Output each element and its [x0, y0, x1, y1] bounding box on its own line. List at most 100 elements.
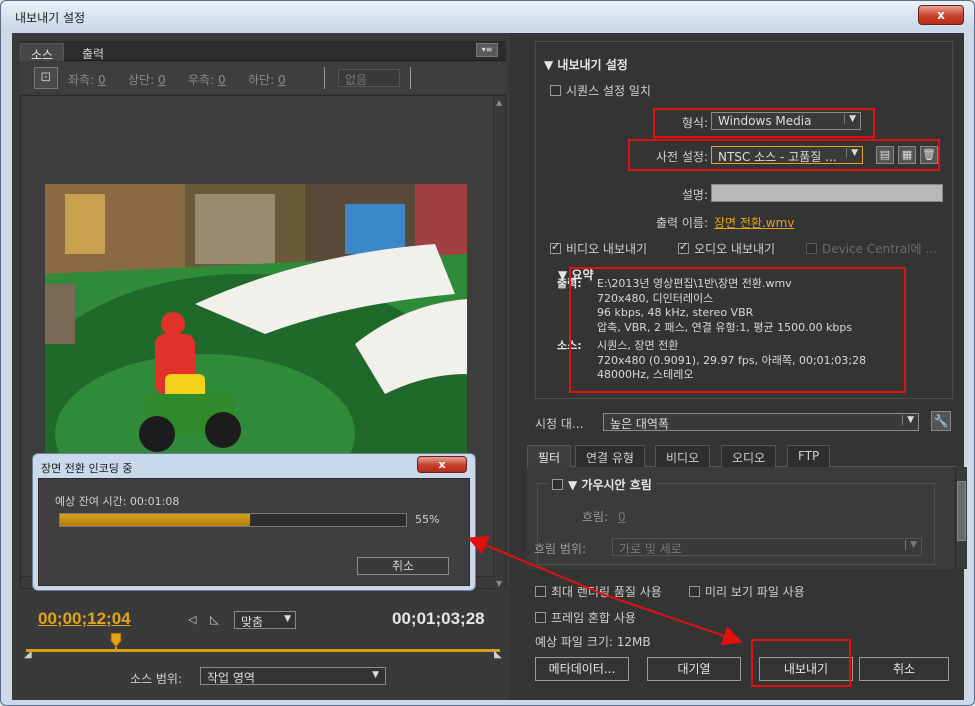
frame-blending-label: 프레임 혼합 사용 [551, 611, 636, 625]
crop-icon[interactable]: ⊡ [34, 67, 58, 89]
crop-right-label: 우측: [188, 73, 215, 87]
timeline-ruler[interactable] [26, 649, 500, 652]
format-value: Windows Media [718, 114, 812, 128]
tab-source[interactable]: 소스 [20, 43, 65, 62]
toolbar-divider [410, 67, 411, 89]
chevron-down-icon: ▼ [846, 148, 858, 158]
export-button[interactable]: 내보내기 [759, 657, 853, 681]
blur-amount-value[interactable]: 0 [618, 510, 626, 524]
tab-audio[interactable]: 오디오 [721, 445, 777, 467]
current-timecode[interactable]: 00;00;12;04 [38, 609, 131, 629]
tab-multiplexer[interactable]: 연결 유형 [575, 445, 645, 467]
crop-left-value[interactable]: 0 [98, 73, 106, 87]
export-video-checkbox[interactable] [550, 240, 561, 254]
crop-top-label: 상단: [128, 73, 155, 87]
blur-dimensions-dropdown[interactable]: 가로 및 세로 ▼ [612, 538, 922, 556]
window-client: 소스 출력 ▾≡ ⊡ 좌측: 0 상단: 0 우측: 0 하단: 0 없음 ▲ … [12, 33, 967, 700]
set-in-point-icon[interactable]: ◁ [188, 613, 196, 626]
import-preset-icon[interactable]: ▦ [898, 146, 916, 164]
chevron-down-icon: ▼ [284, 614, 291, 624]
summary-source-line: 48000Hz, 스테레오 [597, 368, 694, 381]
export-settings-panel: ▼ 내보내기 설정 시퀀스 설정 일치 형식: Windows Media ▼ … [517, 33, 967, 700]
summary-output-line: 720x480, 디인터레이스 [597, 291, 714, 305]
blur-amount-row: 흐림: 0 [582, 508, 626, 525]
match-sequence-row[interactable]: 시퀀스 설정 일치 [550, 82, 651, 99]
comments-field[interactable] [711, 184, 943, 202]
out-point-marker-icon[interactable]: ◣ [494, 649, 502, 660]
device-central-row: Device Central에 ... [806, 240, 937, 257]
queue-button[interactable]: 대기열 [647, 657, 741, 681]
summary-output-line: 96 kbps, 48 kHz, stereo VBR [597, 306, 754, 319]
cancel-button[interactable]: 취소 [859, 657, 949, 681]
gaussian-blur-checkbox[interactable] [552, 479, 563, 490]
source-range-dropdown[interactable]: 작업 영역 ▼ [200, 667, 386, 685]
format-dropdown[interactable]: Windows Media ▼ [711, 112, 861, 130]
toolbar-divider [324, 67, 325, 89]
encoding-progress-dialog: 장면 전환 인코딩 중 x 예상 잔여 시간: 00:01:08 55% 취소 [32, 453, 476, 591]
format-label: 형식: [681, 116, 708, 130]
filters-scrollbar[interactable] [955, 467, 967, 569]
scroll-down-arrow-icon[interactable]: ▼ [496, 579, 502, 588]
close-button[interactable]: x [918, 5, 964, 25]
blur-dimensions-value: 가로 및 세로 [619, 542, 682, 556]
set-out-point-icon[interactable]: ◺ [210, 613, 218, 626]
crop-top: 상단: 0 [128, 71, 166, 88]
comments-label: 설명: [681, 188, 708, 202]
encoding-progress-percent: 55% [415, 513, 440, 526]
max-render-quality-checkbox[interactable] [535, 586, 546, 597]
export-audio-row[interactable]: 오디오 내보내기 [678, 240, 775, 257]
crop-bottom-label: 하단: [248, 73, 275, 87]
tab-output[interactable]: 출력 [72, 43, 114, 61]
summary-output: 출력: E:\2013년 영상편집\1반\장면 전환.wmv 720x480, … [557, 277, 917, 335]
export-settings-header[interactable]: ▼ 내보내기 설정 [544, 56, 628, 73]
export-audio-checkbox[interactable] [678, 240, 689, 254]
zoom-fit-value: 맞춤 [241, 615, 264, 629]
crop-top-value[interactable]: 0 [158, 73, 166, 87]
encoding-dialog-title: 장면 전환 인코딩 중 [41, 462, 133, 475]
match-sequence-checkbox[interactable] [550, 85, 561, 96]
preview-vertical-scrollbar[interactable]: ▲ ▼ [493, 96, 505, 590]
frame-blending-checkbox[interactable] [535, 612, 546, 623]
save-preset-icon[interactable]: ▤ [876, 146, 894, 164]
crop-left-label: 좌측: [68, 73, 95, 87]
tab-video[interactable]: 비디오 [655, 445, 711, 467]
encoding-dialog-body: 예상 잔여 시간: 00:01:08 55% 취소 [38, 478, 470, 586]
chevron-down-icon: ▼ [844, 114, 856, 124]
tab-ftp[interactable]: FTP [787, 445, 831, 467]
viewer-label: 시청 대... [535, 417, 584, 431]
use-previews-row[interactable]: 미리 보기 파일 사용 [689, 583, 805, 600]
blur-dimensions-label: 흐림 범위: [534, 542, 587, 556]
crop-left: 좌측: 0 [68, 71, 106, 88]
use-previews-checkbox[interactable] [689, 586, 700, 597]
scroll-up-arrow-icon[interactable]: ▲ [496, 98, 502, 107]
estimated-file-size: 예상 파일 크기: 12MB [535, 635, 651, 649]
wrench-icon[interactable]: 🔧 [931, 411, 951, 431]
gaussian-blur-header[interactable]: ▼ 가우시안 흐림 [548, 476, 656, 493]
metadata-button[interactable]: 메타데이터... [535, 657, 629, 681]
encoding-cancel-button[interactable]: 취소 [357, 557, 449, 575]
viewer-value: 높은 대역폭 [610, 417, 670, 431]
export-video-row[interactable]: 비디오 내보내기 [550, 240, 647, 257]
playhead-icon[interactable] [110, 633, 122, 649]
panel-menu-icon[interactable]: ▾≡ [476, 43, 498, 57]
output-name-link[interactable]: 장면 전환.wmv [714, 214, 794, 231]
source-range-value: 작업 영역 [207, 671, 255, 685]
crop-right-value[interactable]: 0 [218, 73, 226, 87]
frame-blending-row[interactable]: 프레임 혼합 사용 [535, 609, 636, 626]
viewer-dropdown[interactable]: 높은 대역폭 ▼ [603, 413, 919, 431]
encoding-close-button[interactable]: x [417, 456, 467, 473]
summary-output-line: E:\2013년 영상편집\1반\장면 전환.wmv [597, 277, 792, 290]
crop-ratio-dropdown[interactable]: 없음 [338, 69, 400, 87]
zoom-fit-dropdown[interactable]: 맞춤 ▼ [234, 611, 296, 629]
crop-bottom-value[interactable]: 0 [278, 73, 286, 87]
delete-preset-icon[interactable]: 🗑 [920, 146, 938, 164]
encoding-progress-bar [59, 513, 407, 527]
max-render-quality-row[interactable]: 최대 렌더링 품질 사용 [535, 583, 662, 600]
preset-dropdown[interactable]: NTSC 소스 - 고품질 ... ▼ [711, 146, 863, 164]
tab-filters[interactable]: 필터 [527, 445, 572, 467]
scroll-thumb[interactable] [957, 481, 966, 541]
chevron-down-icon: ▼ [902, 415, 914, 425]
device-central-label: Device Central에 ... [822, 242, 937, 256]
settings-tabs: 필터 연결 유형 비디오 오디오 FTP [527, 445, 957, 467]
source-range-label: 소스 범위: [130, 672, 183, 686]
